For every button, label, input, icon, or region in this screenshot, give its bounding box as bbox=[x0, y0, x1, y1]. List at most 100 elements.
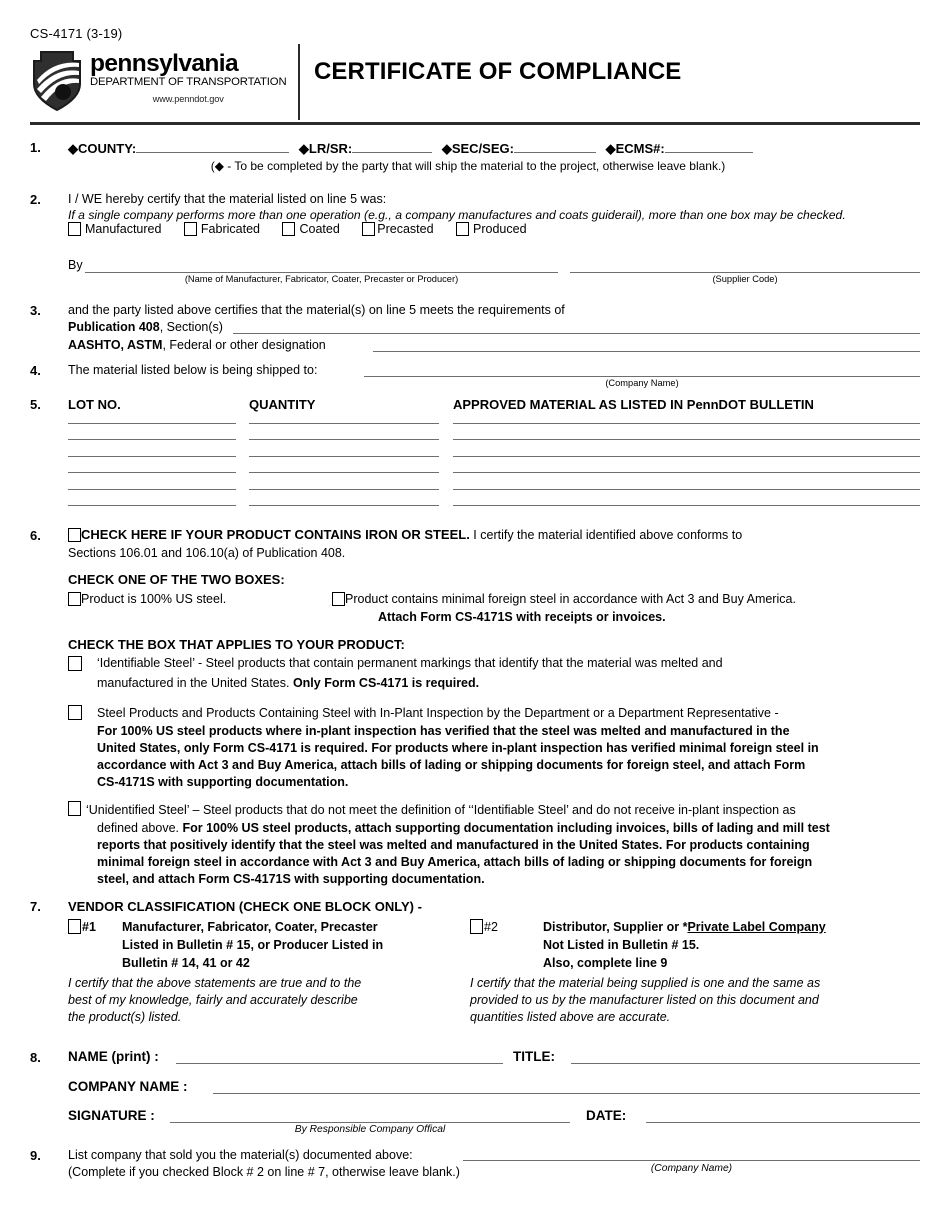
company-name-label: COMPANY NAME : bbox=[68, 1079, 188, 1094]
checkbox-vendor-block2-wrap: #2 bbox=[470, 919, 498, 934]
line1-note: (◆ - To be completed by the party that w… bbox=[210, 159, 726, 173]
agency-department: DEPARTMENT OF TRANSPORTATION bbox=[90, 76, 287, 88]
checkbox-minimal-foreign-steel[interactable] bbox=[332, 592, 345, 606]
checkbox-precasted[interactable] bbox=[362, 222, 376, 236]
checkbox-manufactured[interactable] bbox=[68, 222, 81, 236]
unidentified-line2: defined above. For 100% US steel product… bbox=[97, 821, 932, 835]
iron-steel-bold: CHECK HERE IF YOUR PRODUCT CONTAINS IRON… bbox=[81, 527, 470, 542]
identifiable-steel-line2-normal: manufactured in the United States. bbox=[97, 676, 293, 690]
table-row-5-lot-no-input[interactable] bbox=[68, 488, 236, 490]
label-produced: Produced bbox=[473, 222, 527, 236]
table-row-4-quantity-input[interactable] bbox=[249, 472, 439, 474]
vendor-block2-private-label-link: Private Label Company bbox=[687, 920, 826, 934]
lrsr-label: ◆LR/SR: bbox=[298, 141, 353, 156]
name-label: NAME (print) : bbox=[68, 1049, 159, 1064]
vendor-block1-certify-1: I certify that the above statements are … bbox=[68, 976, 362, 990]
signature-caption: By Responsible Company Offical bbox=[294, 1124, 446, 1135]
identifiable-steel-line2-bold: Only Form CS-4171 is required. bbox=[292, 676, 480, 690]
company-name-input[interactable] bbox=[213, 1093, 920, 1094]
date-input[interactable] bbox=[646, 1122, 920, 1123]
table-row-6-approved-material-input[interactable] bbox=[453, 505, 920, 506]
inplant-bold-4: CS-4171S with supporting documentation. bbox=[97, 775, 349, 789]
inplant-bold-1: For 100% US steel products where in-plan… bbox=[97, 724, 790, 738]
unidentified-bold-1: reports that positively identify that th… bbox=[97, 838, 810, 852]
checkbox-identifiable-steel[interactable] bbox=[68, 656, 82, 671]
line3-intro: and the party listed above certifies tha… bbox=[68, 303, 565, 317]
checkbox-100-us-steel[interactable] bbox=[68, 592, 81, 606]
checkbox-vendor-block1[interactable] bbox=[68, 919, 81, 934]
table-row-5-approved-material-input[interactable] bbox=[453, 488, 920, 490]
standards-designation-input[interactable] bbox=[373, 351, 920, 352]
inplant-bold-2: United States, only Form CS-4171 is requ… bbox=[97, 741, 819, 755]
signature-input[interactable] bbox=[170, 1122, 570, 1123]
checkbox-produced[interactable] bbox=[456, 222, 470, 236]
lrsr-input[interactable] bbox=[352, 140, 433, 153]
table-row-1-approved-material-input[interactable] bbox=[453, 423, 920, 424]
name-input[interactable] bbox=[176, 1063, 503, 1064]
table-row-1-quantity-input[interactable] bbox=[249, 423, 439, 424]
vendor-block2-line1-prefix: Distributor, Supplier or * bbox=[543, 920, 688, 934]
checkbox-fabricated[interactable] bbox=[183, 222, 197, 236]
line2-intro: I / WE hereby certify that the material … bbox=[68, 192, 387, 206]
line9-note: (Complete if you checked Block # 2 on li… bbox=[68, 1165, 460, 1179]
secseg-label: ◆SEC/SEG: bbox=[441, 141, 514, 156]
title-label: TITLE: bbox=[513, 1049, 555, 1064]
line9-company-input[interactable] bbox=[463, 1160, 920, 1161]
line7-number: 7. bbox=[30, 899, 41, 914]
checkbox-inplant-inspection[interactable] bbox=[68, 705, 82, 720]
form-page: CS-4171 (3-19) pennsylvania DEPARTMENT O… bbox=[0, 0, 950, 1230]
unidentified-lead: ‘Unidentified Steel’ – Steel products th… bbox=[86, 803, 796, 817]
table-row-3-approved-material-input[interactable] bbox=[453, 455, 920, 457]
checkbox-contains-iron-or-steel[interactable] bbox=[68, 528, 81, 542]
publication-label-rest: , Section(s) bbox=[159, 320, 223, 334]
vendor-block1-line2: Listed in Bulletin # 15, or Producer Lis… bbox=[122, 938, 384, 952]
checkbox-vendor-block2[interactable] bbox=[470, 919, 483, 934]
ecms-input[interactable] bbox=[664, 140, 753, 153]
supplier-code-input[interactable] bbox=[570, 272, 920, 273]
iron-steel-line2: Sections 106.01 and 106.10(a) of Publica… bbox=[68, 546, 346, 560]
by-input[interactable] bbox=[85, 272, 558, 273]
agency-name: pennsylvania bbox=[90, 50, 239, 77]
column-header-material: APPROVED MATERIAL AS LISTED IN PennDOT B… bbox=[453, 397, 814, 412]
secseg-input[interactable] bbox=[513, 140, 596, 153]
table-row-3-lot-no-input[interactable] bbox=[68, 455, 236, 457]
us-steel-row: Product is 100% US steel. bbox=[68, 592, 226, 606]
checkbox-vendor-block1-wrap: #1 bbox=[68, 919, 96, 934]
foreign-steel-label: Product contains minimal foreign steel i… bbox=[345, 592, 796, 606]
table-row-2-quantity-input[interactable] bbox=[249, 439, 439, 441]
column-header-lot-no: LOT NO. bbox=[68, 397, 121, 412]
vendor-block2-certify-2: provided to us by the manufacturer liste… bbox=[470, 993, 819, 1007]
iron-steel-row: CHECK HERE IF YOUR PRODUCT CONTAINS IRON… bbox=[68, 527, 928, 542]
checkbox-unidentified-steel[interactable] bbox=[68, 801, 81, 816]
county-input[interactable] bbox=[136, 140, 290, 153]
table-row-3-quantity-input[interactable] bbox=[249, 455, 439, 457]
vendor-block2-tag: #2 bbox=[484, 920, 498, 934]
line8-number: 8. bbox=[30, 1050, 41, 1065]
unidentified-bold-2: minimal foreign steel in accordance with… bbox=[97, 855, 813, 869]
publication-row: Publication 408, Section(s) bbox=[68, 320, 223, 334]
table-row-5-quantity-input[interactable] bbox=[249, 488, 439, 490]
line3-number: 3. bbox=[30, 303, 41, 318]
title-input[interactable] bbox=[571, 1063, 920, 1064]
table-row-6-lot-no-input[interactable] bbox=[68, 505, 236, 506]
publication-label-bold: Publication 408 bbox=[68, 320, 160, 334]
publication-sections-input[interactable] bbox=[233, 333, 920, 334]
line2-italic-note: If a single company performs more than o… bbox=[68, 208, 846, 222]
vendor-block2-certify-1: I certify that the material being suppli… bbox=[470, 976, 821, 990]
table-row-2-lot-no-input[interactable] bbox=[68, 439, 236, 441]
standards-row: AASHTO, ASTM, Federal or other designati… bbox=[68, 338, 326, 352]
supplier-code-caption: (Supplier Code) bbox=[712, 274, 778, 284]
table-row-4-lot-no-input[interactable] bbox=[68, 472, 236, 474]
table-row-6-quantity-input[interactable] bbox=[249, 505, 439, 506]
checkbox-coated[interactable] bbox=[282, 222, 296, 236]
line9-text: List company that sold you the material(… bbox=[68, 1148, 413, 1162]
table-row-1-lot-no-input[interactable] bbox=[68, 423, 236, 424]
label-fabricated: Fabricated bbox=[200, 222, 260, 236]
table-row-4-approved-material-input[interactable] bbox=[453, 472, 920, 474]
header-divider bbox=[298, 44, 300, 120]
label-manufactured: Manufactured bbox=[85, 222, 162, 236]
shipped-to-input[interactable] bbox=[364, 376, 920, 377]
foreign-steel-row: Product contains minimal foreign steel i… bbox=[332, 592, 796, 606]
table-row-2-approved-material-input[interactable] bbox=[453, 439, 920, 441]
by-caption: (Name of Manufacturer, Fabricator, Coate… bbox=[184, 274, 459, 284]
